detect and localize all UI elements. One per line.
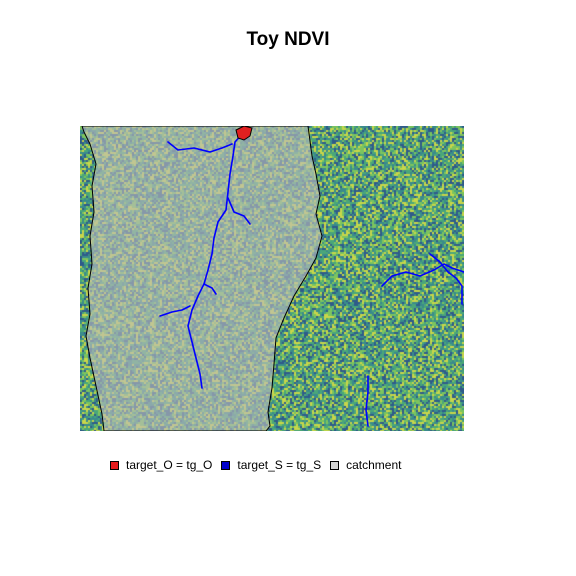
legend-swatch-catchment [330,460,340,470]
river-upper-branch [167,141,233,153]
legend: target_O = tg_O target_S = tg_S catchmen… [110,458,410,472]
ndvi-map [80,126,464,431]
map-title: Toy NDVI [246,29,330,50]
river-small-spur [203,283,217,295]
legend-label-target-s: target_S = tg_S [237,458,322,472]
river-south-stream [365,375,369,427]
legend-item-target-o: target_O = tg_O [110,458,212,472]
legend-swatch-target-o [110,460,119,470]
river-west-tributary [159,305,191,317]
river-main-stem [187,133,243,389]
legend-item-target-s: target_S = tg_S [221,458,321,472]
river-east-branch [429,253,463,305]
map-overlay [81,126,464,431]
legend-label-target-o: target_O = tg_O [126,458,213,472]
outlet-target-o [235,126,253,141]
river-east-tributary [227,197,251,225]
river-network [159,133,464,427]
legend-swatch-target-s [221,460,231,470]
legend-item-catchment: catchment [330,458,401,472]
legend-label-catchment: catchment [346,458,402,472]
